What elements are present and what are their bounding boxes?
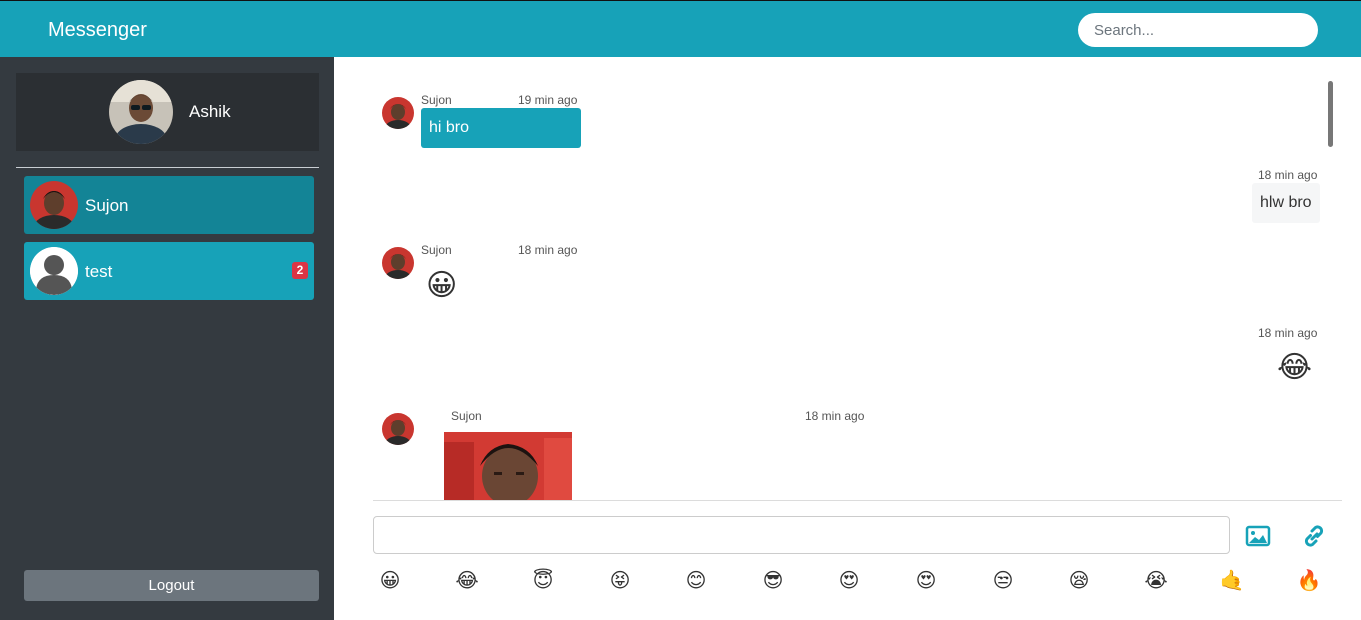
- emoji-option-sleepy[interactable]: 😪: [1065, 567, 1093, 595]
- emoji-message: 😀: [426, 269, 458, 302]
- message-sender: Sujon: [421, 243, 452, 257]
- message-time: 19 min ago: [518, 93, 578, 107]
- message-time: 18 min ago: [805, 409, 865, 423]
- avatar: [382, 413, 414, 445]
- message-sender: Sujon: [451, 409, 482, 423]
- sidebar: Ashik Sujon test 2 Logout: [0, 57, 334, 620]
- link-icon[interactable]: [1301, 524, 1327, 548]
- contact-item-sujon[interactable]: Sujon: [24, 176, 314, 234]
- emoji-option-tongue[interactable]: 😝: [606, 567, 634, 595]
- unread-badge: 2: [292, 262, 308, 279]
- message-time: 18 min ago: [1258, 326, 1318, 340]
- emoji-message: 😂: [1277, 351, 1313, 384]
- profile-name: Ashik: [189, 102, 231, 121]
- message-bubble: hi bro: [421, 108, 581, 148]
- image-message[interactable]: [444, 432, 572, 500]
- divider: [373, 500, 1342, 501]
- contact-item-test[interactable]: test 2: [24, 242, 314, 300]
- message-sender: Sujon: [421, 93, 452, 107]
- message-list[interactable]: Sujon 19 min ago hi bro 18 min ago hlw b…: [372, 57, 1342, 500]
- avatar: [109, 80, 173, 144]
- avatar: [382, 247, 414, 279]
- chat-panel: Sujon 19 min ago hi bro 18 min ago hlw b…: [334, 57, 1361, 620]
- emoji-option-sunglasses[interactable]: 😎: [759, 567, 787, 595]
- emoji-option-call-me[interactable]: 🤙: [1218, 567, 1246, 595]
- divider: [16, 167, 319, 168]
- contact-name: Sujon: [85, 196, 129, 215]
- emoji-option-unamused[interactable]: 😒: [989, 567, 1017, 595]
- chat-scrollbar[interactable]: [1328, 81, 1333, 147]
- contact-name: test: [85, 262, 113, 281]
- emoji-option-sob[interactable]: 😭: [1142, 567, 1170, 595]
- message-bubble: hlw bro: [1252, 183, 1320, 223]
- top-navbar: Messenger: [0, 0, 1361, 57]
- message-input[interactable]: [373, 516, 1230, 554]
- emoji-option-fire[interactable]: 🔥: [1295, 567, 1323, 595]
- emoji-option-heart-eyes[interactable]: 😍: [835, 567, 863, 595]
- image-icon[interactable]: [1245, 524, 1271, 548]
- logout-button[interactable]: Logout: [24, 570, 319, 601]
- search-input[interactable]: [1078, 13, 1318, 47]
- default-avatar-icon: [30, 247, 78, 295]
- emoji-option-joy[interactable]: 😂: [453, 567, 481, 595]
- emoji-option-blush[interactable]: 😊: [682, 567, 710, 595]
- message-time: 18 min ago: [518, 243, 578, 257]
- emoji-option-heart-eyes-2[interactable]: 😍: [912, 567, 940, 595]
- profile-card: Ashik: [16, 73, 319, 151]
- avatar: [382, 97, 414, 129]
- emoji-option-innocent[interactable]: 😇: [529, 567, 557, 595]
- app-brand[interactable]: Messenger: [48, 19, 147, 42]
- avatar: [30, 181, 78, 229]
- message-time: 18 min ago: [1258, 168, 1318, 182]
- emoji-option-grin[interactable]: 😀: [376, 567, 404, 595]
